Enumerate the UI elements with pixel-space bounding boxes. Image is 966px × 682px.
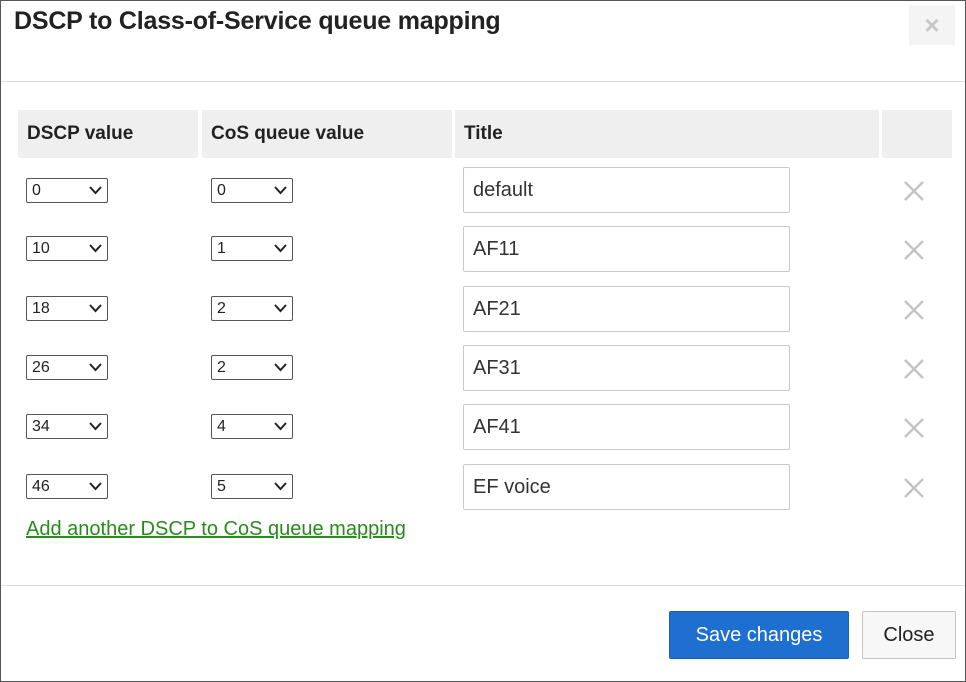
title-input[interactable]: default — [463, 167, 790, 213]
cos-queue-selected: 1 — [217, 240, 226, 257]
chevron-down-icon — [274, 244, 287, 253]
dscp-value-select[interactable]: 46 — [26, 474, 108, 499]
chevron-down-icon — [274, 304, 287, 313]
dscp-value-select[interactable]: 18 — [26, 296, 108, 321]
chevron-down-icon — [89, 363, 102, 372]
header-dscp-value: DSCP value — [18, 110, 198, 158]
cos-queue-select[interactable]: 5 — [211, 474, 293, 499]
chevron-down-icon — [89, 422, 102, 431]
remove-x-icon[interactable] — [902, 476, 926, 500]
chevron-down-icon — [89, 304, 102, 313]
cos-queue-selected: 5 — [217, 478, 226, 495]
footer-divider — [1, 585, 965, 586]
chevron-down-icon — [89, 186, 102, 195]
dscp-value-selected: 26 — [32, 359, 50, 376]
close-icon[interactable]: × — [909, 5, 955, 45]
header-actions — [882, 110, 952, 158]
title-input[interactable]: AF21 — [463, 286, 790, 332]
cos-queue-select[interactable]: 0 — [211, 178, 293, 203]
remove-x-icon[interactable] — [902, 416, 926, 440]
save-changes-button[interactable]: Save changes — [669, 611, 849, 659]
dscp-value-select[interactable]: 0 — [26, 178, 108, 203]
cos-queue-selected: 2 — [217, 359, 226, 376]
chevron-down-icon — [274, 422, 287, 431]
chevron-down-icon — [89, 482, 102, 491]
dscp-value-selected: 0 — [32, 182, 41, 199]
dscp-value-selected: 34 — [32, 418, 50, 435]
title-input[interactable]: AF31 — [463, 345, 790, 391]
cos-queue-selected: 0 — [217, 182, 226, 199]
chevron-down-icon — [274, 363, 287, 372]
dscp-value-selected: 18 — [32, 300, 50, 317]
dialog-header: DSCP to Class-of-Service queue mapping × — [1, 1, 965, 82]
chevron-down-icon — [274, 482, 287, 491]
cos-queue-select[interactable]: 4 — [211, 414, 293, 439]
remove-x-icon[interactable] — [902, 357, 926, 381]
cos-queue-selected: 2 — [217, 300, 226, 317]
title-input[interactable]: EF voice — [463, 464, 790, 510]
header-cos-queue-value: CoS queue value — [202, 110, 452, 158]
dialog-title: DSCP to Class-of-Service queue mapping — [14, 7, 501, 35]
cos-queue-select[interactable]: 1 — [211, 236, 293, 261]
cos-queue-selected: 4 — [217, 418, 226, 435]
cos-queue-select[interactable]: 2 — [211, 296, 293, 321]
chevron-down-icon — [274, 186, 287, 195]
title-input[interactable]: AF11 — [463, 226, 790, 272]
title-input[interactable]: AF41 — [463, 404, 790, 450]
add-mapping-link[interactable]: Add another DSCP to CoS queue mapping — [26, 518, 406, 541]
dscp-mapping-dialog: DSCP to Class-of-Service queue mapping ×… — [0, 0, 966, 682]
dscp-value-select[interactable]: 34 — [26, 414, 108, 439]
dscp-value-selected: 10 — [32, 240, 50, 257]
remove-x-icon[interactable] — [902, 179, 926, 203]
dscp-value-select[interactable]: 10 — [26, 236, 108, 261]
remove-x-icon[interactable] — [902, 298, 926, 322]
dscp-value-select[interactable]: 26 — [26, 355, 108, 380]
header-title: Title — [455, 110, 879, 158]
cos-queue-select[interactable]: 2 — [211, 355, 293, 380]
chevron-down-icon — [89, 244, 102, 253]
dscp-value-selected: 46 — [32, 478, 50, 495]
remove-x-icon[interactable] — [902, 238, 926, 262]
close-button[interactable]: Close — [862, 611, 956, 659]
